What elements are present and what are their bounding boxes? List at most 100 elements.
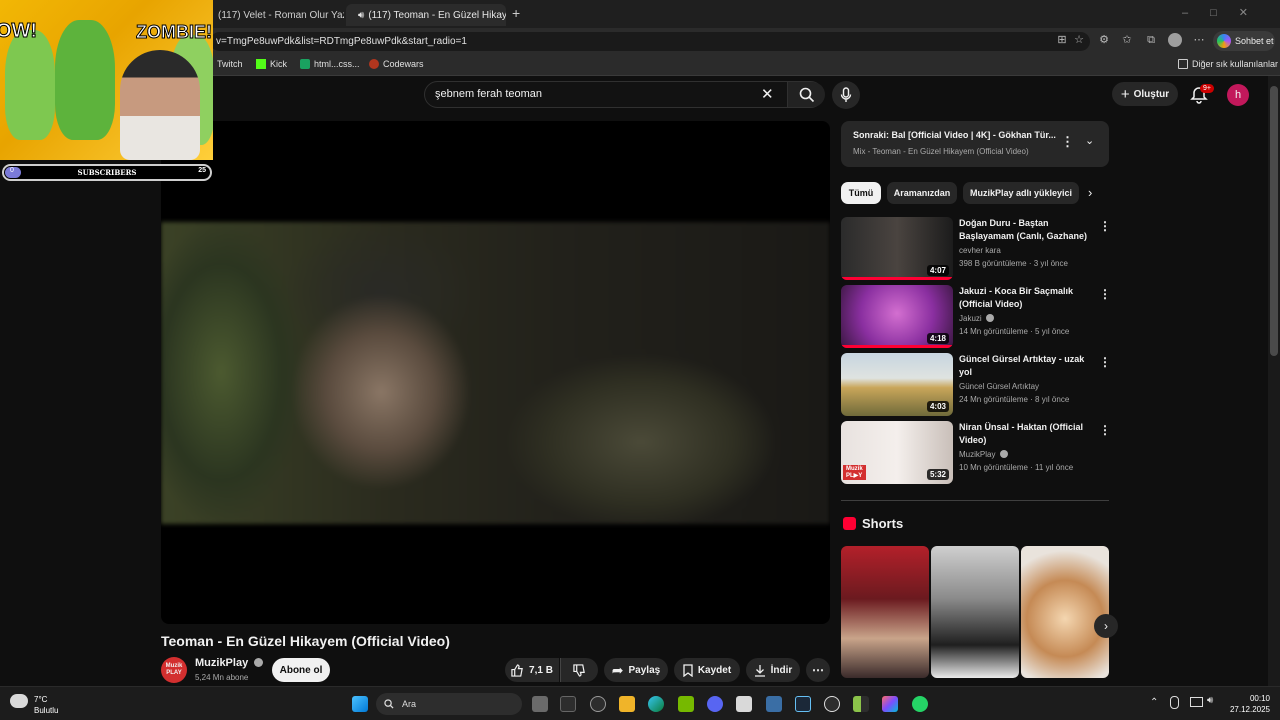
account-avatar[interactable]: h: [1227, 84, 1249, 106]
app-icon[interactable]: [736, 696, 752, 712]
video-player[interactable]: [161, 121, 830, 624]
favorite-star-icon[interactable]: ☆: [1072, 33, 1086, 47]
media-player-icon[interactable]: [853, 696, 869, 712]
speaker-icon[interactable]: 🔊︎: [1207, 695, 1213, 706]
nvidia-icon[interactable]: [678, 696, 694, 712]
verified-icon: [985, 314, 994, 322]
short-thumbnail[interactable]: [841, 546, 929, 678]
copilot-taskbar-icon[interactable]: [560, 696, 576, 712]
search-button[interactable]: [787, 82, 825, 107]
profile-icon[interactable]: [1168, 33, 1182, 47]
save-button[interactable]: Kaydet: [674, 658, 740, 682]
download-icon: [754, 664, 765, 677]
channel-name[interactable]: Güncel Gürsel Artıktay: [959, 382, 1039, 391]
more-actions-button[interactable]: ⋯: [806, 658, 830, 682]
video-title[interactable]: Doğan Duru - Baştan Başlayamam (Canlı, G…: [959, 217, 1089, 243]
clear-search-icon[interactable]: ✕: [761, 85, 774, 103]
chip-all[interactable]: Tümü: [841, 182, 881, 204]
up-next-panel[interactable]: Sonraki: Bal [Official Video | 4K] - Gök…: [841, 121, 1109, 167]
share-arrow-icon: ➦: [611, 661, 624, 678]
collections-icon[interactable]: ⧉: [1144, 33, 1158, 47]
chevron-right-icon[interactable]: ›: [1088, 185, 1092, 200]
channel-avatar[interactable]: Muzik PLAY: [161, 657, 187, 683]
short-thumbnail[interactable]: [931, 546, 1019, 678]
more-vert-icon[interactable]: ⋮: [1099, 219, 1111, 233]
edge-browser-icon[interactable]: [648, 696, 664, 712]
share-button[interactable]: ➦ Paylaş: [604, 658, 668, 682]
whatsapp-icon[interactable]: [912, 696, 928, 712]
window-controls[interactable]: –□✕: [1182, 6, 1270, 19]
video-thumbnail[interactable]: 4:18: [841, 285, 953, 348]
more-menu-icon[interactable]: ⋯: [1192, 33, 1206, 47]
bookmark-html-css[interactable]: html...css...: [300, 59, 360, 69]
obs-icon[interactable]: [824, 696, 840, 712]
channel-name[interactable]: MuzikPlay: [195, 657, 264, 669]
new-tab-plus-icon[interactable]: +: [512, 5, 520, 21]
video-title[interactable]: Jakuzi - Koca Bir Saçmalık (Official Vid…: [959, 285, 1089, 311]
voice-search-button[interactable]: [832, 81, 860, 109]
more-vert-icon[interactable]: ⋮: [1061, 134, 1074, 150]
video-title[interactable]: Güncel Gürsel Artıktay - uzak yol: [959, 353, 1089, 379]
dislike-button[interactable]: [560, 658, 598, 682]
recommendation-item[interactable]: Muzik PL▶Y 5:32 Niran Ünsal - Haktan (Off…: [841, 421, 1111, 485]
codewars-icon: [369, 59, 379, 69]
download-button[interactable]: İndir: [746, 658, 800, 682]
channel-name[interactable]: cevher kara: [959, 246, 1001, 255]
search-input[interactable]: şebnem ferah teoman: [435, 88, 542, 100]
file-explorer-icon[interactable]: [619, 696, 635, 712]
copilot-chat-button[interactable]: Sohbet et: [1213, 31, 1275, 51]
bookmark-kick[interactable]: Kick: [256, 59, 287, 69]
video-thumbnail[interactable]: Muzik PL▶Y 5:32: [841, 421, 953, 484]
app-icon[interactable]: [882, 696, 898, 712]
chatgpt-icon[interactable]: [590, 696, 606, 712]
chevron-up-icon[interactable]: ⌃: [1150, 697, 1158, 708]
create-button[interactable]: + Oluştur: [1112, 82, 1178, 106]
channel-name[interactable]: Jakuzi: [959, 314, 994, 323]
subscribe-button[interactable]: Abone ol: [272, 658, 330, 682]
microphone-icon[interactable]: [1170, 696, 1179, 709]
extension-icon[interactable]: ⚙: [1097, 33, 1111, 47]
bookmark-label: Codewars: [383, 59, 424, 69]
favorites-icon[interactable]: ✩: [1120, 33, 1134, 47]
other-bookmarks-folder[interactable]: Diğer sık kullanılanlar: [1178, 59, 1278, 69]
video-thumbnail[interactable]: 4:03: [841, 353, 953, 416]
windows-start-icon[interactable]: [352, 696, 368, 712]
scrollbar-thumb[interactable]: [1270, 86, 1278, 356]
app-grid-icon[interactable]: ⊞: [1055, 33, 1069, 47]
video-title[interactable]: Niran Ünsal - Haktan (Official Video): [959, 421, 1089, 447]
video-meta: 24 Mn görüntüleme · 8 yıl önce: [959, 395, 1070, 404]
browser-tab-teoman[interactable]: 🔊︎ (117) Teoman - En Güzel Hikay ✕: [346, 4, 506, 26]
more-vert-icon[interactable]: ⋮: [1099, 287, 1111, 301]
steam-icon[interactable]: [795, 696, 811, 712]
video-meta: 14 Mn görüntüleme · 5 yıl önce: [959, 327, 1070, 336]
page-scrollbar[interactable]: [1268, 76, 1280, 686]
browser-tab-velet[interactable]: (117) Velet - Roman Olur Yazsam S ✕: [212, 4, 344, 26]
tab-label: (117) Velet - Roman Olur Yazsam S: [218, 9, 344, 21]
taskbar-search[interactable]: Ara: [376, 693, 522, 715]
chip-from-search[interactable]: Aramanızdan: [887, 182, 957, 204]
chip-uploader[interactable]: MuzikPlay adlı yükleyici: [963, 182, 1079, 204]
more-vert-icon[interactable]: ⋮: [1099, 355, 1111, 369]
recommendation-item[interactable]: 4:18 Jakuzi - Koca Bir Saçmalık (Officia…: [841, 285, 1111, 349]
display-icon[interactable]: [1190, 697, 1203, 707]
app-icon[interactable]: [766, 696, 782, 712]
video-duration: 4:07: [926, 265, 949, 276]
bookmark-twitch[interactable]: Twitch: [217, 59, 243, 69]
short-thumbnail[interactable]: [1021, 546, 1109, 678]
more-vert-icon[interactable]: ⋮: [1099, 423, 1111, 437]
copilot-label: Sohbet et: [1235, 36, 1274, 46]
shorts-icon: [843, 517, 856, 530]
bookmark-codewars[interactable]: Codewars: [369, 59, 424, 69]
discord-icon[interactable]: [707, 696, 723, 712]
chevron-down-icon[interactable]: ⌄: [1085, 134, 1094, 147]
channel-name[interactable]: MuzikPlay: [959, 450, 1008, 459]
task-view-icon[interactable]: [532, 696, 548, 712]
like-button[interactable]: 7,1 B: [505, 658, 559, 682]
recommendation-item[interactable]: 4:07 Doğan Duru - Baştan Başlayamam (Can…: [841, 217, 1111, 281]
speaker-icon[interactable]: 🔊︎: [358, 10, 364, 21]
system-clock[interactable]: 00:10 27.12.2025: [1228, 693, 1270, 715]
shorts-next-button[interactable]: ›: [1094, 614, 1118, 638]
recommendation-item[interactable]: 4:03 Güncel Gürsel Artıktay - uzak yol G…: [841, 353, 1111, 417]
video-thumbnail[interactable]: 4:07: [841, 217, 953, 280]
url-field[interactable]: v=TmgPe8uwPdk&list=RDTmgPe8uwPdk&start_r…: [210, 32, 1090, 51]
